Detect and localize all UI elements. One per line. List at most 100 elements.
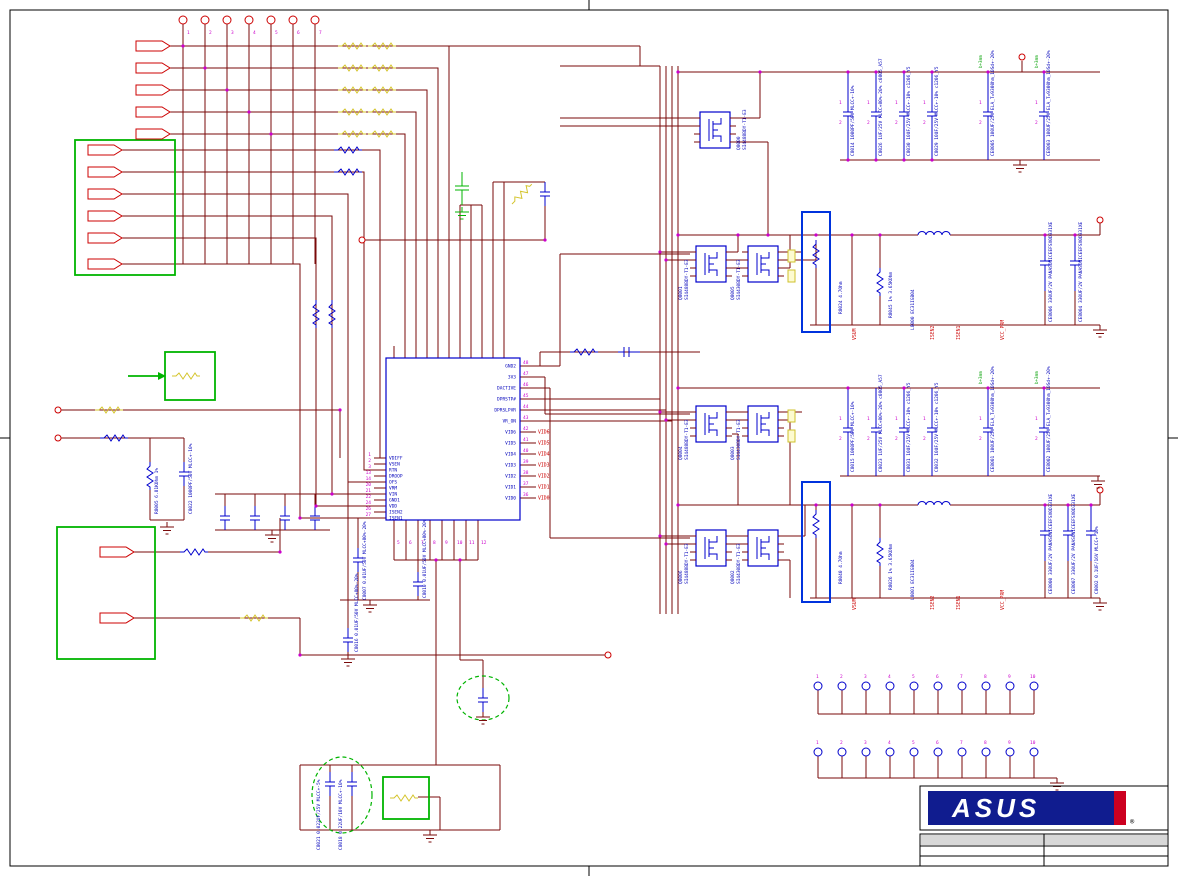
height-note: b+3mm <box>978 371 983 384</box>
header-pin-num: 3 <box>864 740 867 746</box>
ic-pin-num: 2 <box>368 458 371 464</box>
header-pin-num: 8 <box>984 674 987 680</box>
cap-pin: 2 <box>923 436 926 442</box>
net-label: VSUM <box>852 598 858 610</box>
ic-pin-name: VID3 <box>505 463 516 469</box>
ic-pin-num: 38 <box>523 470 529 476</box>
mid-terminal <box>358 236 366 244</box>
ic-pin-num: 3 <box>368 464 371 470</box>
cap-pin: 2 <box>839 436 842 442</box>
net-label-vid: VID0 <box>538 496 550 502</box>
net-label: VCC_PRM <box>1000 320 1006 340</box>
inductor-phase2 <box>917 501 951 506</box>
ic-pin-name: VID0 <box>505 496 516 502</box>
asus-logo: ASUS <box>951 793 1040 823</box>
mosfet-ref: Q8000 <box>736 136 742 150</box>
cap-label: C8022 1000PF/50V MLCC+-10% <box>188 443 194 514</box>
ic-pin-name: VDIFF <box>389 456 403 462</box>
pin-number: 4 <box>253 30 256 36</box>
ic-pin-num: 44 <box>523 404 529 410</box>
cap-pin: 1 <box>839 100 842 106</box>
net-label: VSUM <box>852 328 858 340</box>
cap-label: CE8007 330UF/2V PANASONICEEFSX0D331XE <box>1071 493 1077 594</box>
ic-pin-name: DROOP <box>389 474 403 480</box>
cap-label: C8032 10UF/25V MLCC+-10% c1206_Y5 <box>934 382 940 472</box>
cap-label: CE8001 100UF/25V ELA_T=9300hm_10Sd+-20% <box>990 366 996 472</box>
net-label: VCC_PRM <box>1000 590 1006 610</box>
ic-pin-num: 9 <box>445 540 448 546</box>
left-terminal-1 <box>54 406 62 414</box>
ic-pin-name: VID6 <box>505 430 516 436</box>
inductor-label: L8000 EC31IGB04 <box>910 289 916 330</box>
ic-pin-num: 1 <box>368 452 371 458</box>
cap-label: C8010 0.01UF/50V MLCC+80%-20% <box>422 519 428 598</box>
ic-pin-num: 22 <box>366 494 372 500</box>
cap-pin: 1 <box>867 416 870 422</box>
ic-pin-name: 3V3 <box>508 375 516 381</box>
header-pin-num: 10 <box>1030 740 1036 746</box>
header-pin-num: 4 <box>888 740 891 746</box>
cap-label: C8014 1000PF/50V MLCC+-10% <box>850 85 856 156</box>
header-pin-num: 6 <box>936 740 939 746</box>
ic-pin-name: DACTIVE <box>497 386 516 392</box>
ic-pin-name: VSEN <box>389 462 400 468</box>
cap-pin: 1 <box>895 416 898 422</box>
cap-pin: 2 <box>895 436 898 442</box>
cap-pin: 2 <box>979 436 982 442</box>
mosfet-q8000 <box>693 111 737 149</box>
cap-pin: 2 <box>923 120 926 126</box>
cap-pin: 1 <box>923 416 926 422</box>
asus-logo-red-accent <box>1114 791 1126 825</box>
green-box-resistor <box>382 776 430 820</box>
ic-pin-name: VIN <box>389 492 397 498</box>
header-pin-num: 6 <box>936 674 939 680</box>
cap-pin: 1 <box>867 100 870 106</box>
phase2-labels: R8040 4.7Ohm R8026 1% 3.65KOhm L8001 EC3… <box>838 493 1100 610</box>
header-pin-num: 1 <box>816 740 819 746</box>
wires <box>61 24 1101 831</box>
cap-label: CE8004 330UF/2V PANASONICEEFSX0D331XE <box>1078 221 1084 322</box>
mosfet-ref: Q8003 <box>730 446 736 460</box>
net-label-vid: VID6 <box>538 430 550 436</box>
header-pin-num: 4 <box>888 674 891 680</box>
ic-pin-name: ISEN1 <box>389 516 403 522</box>
ic-pin-name: VDD <box>389 504 397 510</box>
pin-number: 7 <box>319 30 322 36</box>
header-pin-num: 2 <box>840 674 843 680</box>
pin-number: 5 <box>275 30 278 36</box>
cap-label: C8015 1000PF/50V MLCC+-10% <box>850 401 856 472</box>
cap-pin: 1 <box>979 100 982 106</box>
resistor-label: R8045 1% 3.65KOhm <box>888 272 894 318</box>
ic-pin-num: 43 <box>523 415 529 421</box>
resistor-label: R8024 4.7Ohm <box>838 281 844 314</box>
ic-pin-name: VRM <box>389 486 397 492</box>
ic-pin-num: 40 <box>523 448 529 454</box>
ic-pin-num: 13 <box>366 470 372 476</box>
resistor-label: R8005 6.81KOhm 1% <box>154 468 160 514</box>
schematic-page: 1 2 3 4 5 6 7 Q8000 SI4488BDY-T1-E3 Q800… <box>0 0 1178 876</box>
ic-pin-name: VID1 <box>505 485 516 491</box>
cap-label: CE8005 100UF/25V ELA_T=9300hm_10Sd+-20% <box>990 50 996 156</box>
bottom-terminal <box>604 651 612 659</box>
ic-pin-name: ISEN2 <box>389 510 403 516</box>
mosfet-q8004 <box>689 405 733 443</box>
ic-pin-name: VID2 <box>505 474 516 480</box>
cap-bank-2: C8015 1000PF/50V MLCC+-10% C8023 1UF/25V… <box>839 366 1052 472</box>
net-label: ISEN1 <box>956 595 962 610</box>
ic-pin-name: OFS <box>389 480 397 486</box>
cap-pin: 2 <box>839 120 842 126</box>
mosfet-ref: Q8001 <box>678 286 684 300</box>
header-pin-num: 9 <box>1008 740 1011 746</box>
cap-label: C8029 10UF/25V MLCC+-10% c1206_Y5 <box>934 66 940 156</box>
cap-label: C8026 1UF/25V MLCC+80%-20% c0805_A57 <box>878 58 884 156</box>
ic-pin-num: 42 <box>523 426 529 432</box>
ic-pin-num: 39 <box>523 459 529 465</box>
mosfet-part: SI4488BDY-T1-E3 <box>742 109 748 150</box>
power-terminal <box>1018 53 1026 61</box>
cap-pin: 1 <box>895 100 898 106</box>
mosfet-part: SI4430BDY-T1-E3 <box>736 259 742 300</box>
cap-pin: 1 <box>839 416 842 422</box>
ic-pin-num: 41 <box>523 437 529 443</box>
cap-pin: 1 <box>1035 416 1038 422</box>
title-block: ASUS ® <box>919 785 1169 867</box>
